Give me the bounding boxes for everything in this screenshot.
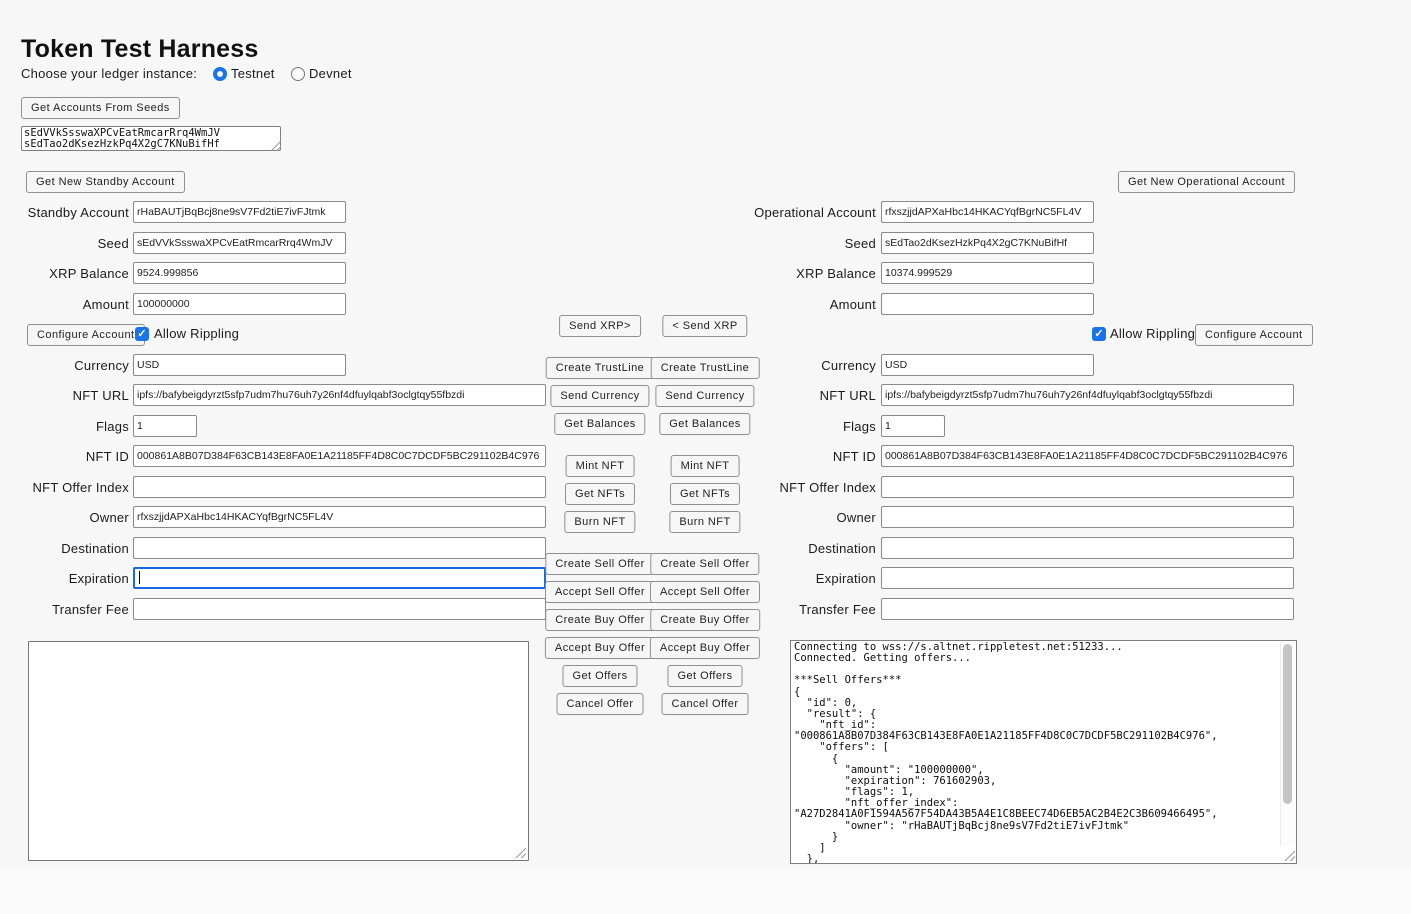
operational-xrp-balance-input[interactable] xyxy=(881,262,1094,284)
check-icon: ✓ xyxy=(137,328,146,340)
operational-account-label: Operational Account xyxy=(642,205,876,220)
results-resize-corner[interactable] xyxy=(1281,846,1295,862)
standby-allow-rippling-checkbox[interactable]: ✓ xyxy=(135,327,149,341)
get-new-standby-account-button[interactable]: Get New Standby Account xyxy=(26,171,185,193)
operational-allow-rippling-checkbox[interactable]: ✓ xyxy=(1092,327,1106,341)
seeds-textarea[interactable]: sEdVVkSsswaXPCvEatRmcarRrq4WmJV sEdTao2d… xyxy=(21,126,281,151)
results-scrollbar[interactable] xyxy=(1280,642,1295,846)
standby-get-offers-button[interactable]: Get Offers xyxy=(562,665,637,687)
operational-expiration-input[interactable] xyxy=(881,567,1294,589)
operational-nft-offer-index-label: NFT Offer Index xyxy=(642,480,876,495)
devnet-radio[interactable] xyxy=(291,67,305,81)
operational-nft-id-label: NFT ID xyxy=(642,449,876,464)
page-title: Token Test Harness xyxy=(21,35,258,64)
operational-currency-input[interactable] xyxy=(881,354,1094,376)
operational-flags-label: Flags xyxy=(642,419,876,434)
standby-send-xrp-button[interactable]: Send XRP> xyxy=(559,315,641,337)
operational-nft-url-label: NFT URL xyxy=(642,388,876,403)
operational-flags-input[interactable] xyxy=(881,415,945,437)
ledger-instance-label: Choose your ledger instance: xyxy=(21,66,197,81)
operational-expiration-label: Expiration xyxy=(642,571,876,586)
get-new-operational-account-button[interactable]: Get New Operational Account xyxy=(1118,171,1295,193)
operational-allow-rippling-label: Allow Rippling xyxy=(1110,326,1195,341)
operational-configure-account-button[interactable]: Configure Account xyxy=(1195,324,1313,346)
results-output-area[interactable]: Connecting to wss://s.altnet.rippletest.… xyxy=(790,640,1297,864)
operational-get-offers-button[interactable]: Get Offers xyxy=(667,665,742,687)
standby-configure-account-button[interactable]: Configure Account xyxy=(27,324,145,346)
standby-log-textarea[interactable] xyxy=(28,641,529,861)
operational-nft-id-input[interactable] xyxy=(881,445,1294,467)
operational-destination-label: Destination xyxy=(642,541,876,556)
operational-destination-input[interactable] xyxy=(881,537,1294,559)
standby-accept-buy-offer-button[interactable]: Accept Buy Offer xyxy=(545,637,655,659)
token-test-harness-page: Token Test Harness Choose your ledger in… xyxy=(0,0,1411,914)
operational-owner-input[interactable] xyxy=(881,506,1294,528)
operational-amount-input[interactable] xyxy=(881,293,1094,315)
operational-amount-label: Amount xyxy=(642,297,876,312)
standby-cancel-offer-button[interactable]: Cancel Offer xyxy=(557,693,644,715)
testnet-radio[interactable] xyxy=(213,67,227,81)
resize-handle-icon xyxy=(1284,850,1295,861)
operational-seed-label: Seed xyxy=(642,236,876,251)
operational-account-input[interactable] xyxy=(881,201,1094,223)
scrollbar-thumb-icon[interactable] xyxy=(1283,644,1292,804)
check-icon: ✓ xyxy=(1094,328,1103,340)
operational-nft-url-input[interactable] xyxy=(881,384,1294,406)
operational-accept-buy-offer-button[interactable]: Accept Buy Offer xyxy=(650,637,760,659)
operational-transfer-fee-label: Transfer Fee xyxy=(642,602,876,617)
operational-currency-label: Currency xyxy=(642,358,876,373)
standby-allow-rippling-label: Allow Rippling xyxy=(154,326,239,341)
operational-seed-input[interactable] xyxy=(881,232,1094,254)
testnet-radio-label: Testnet xyxy=(231,66,275,81)
get-accounts-from-seeds-button[interactable]: Get Accounts From Seeds xyxy=(21,97,180,119)
operational-nft-offer-index-input[interactable] xyxy=(881,476,1294,498)
devnet-radio-label: Devnet xyxy=(309,66,352,81)
results-text: Connecting to wss://s.altnet.rippletest.… xyxy=(794,642,1278,864)
operational-xrp-balance-label: XRP Balance xyxy=(642,266,876,281)
operational-transfer-fee-input[interactable] xyxy=(881,598,1294,620)
operational-send-xrp-button[interactable]: < Send XRP xyxy=(662,315,747,337)
footer-strip xyxy=(0,869,1411,914)
operational-owner-label: Owner xyxy=(642,510,876,525)
operational-cancel-offer-button[interactable]: Cancel Offer xyxy=(662,693,749,715)
